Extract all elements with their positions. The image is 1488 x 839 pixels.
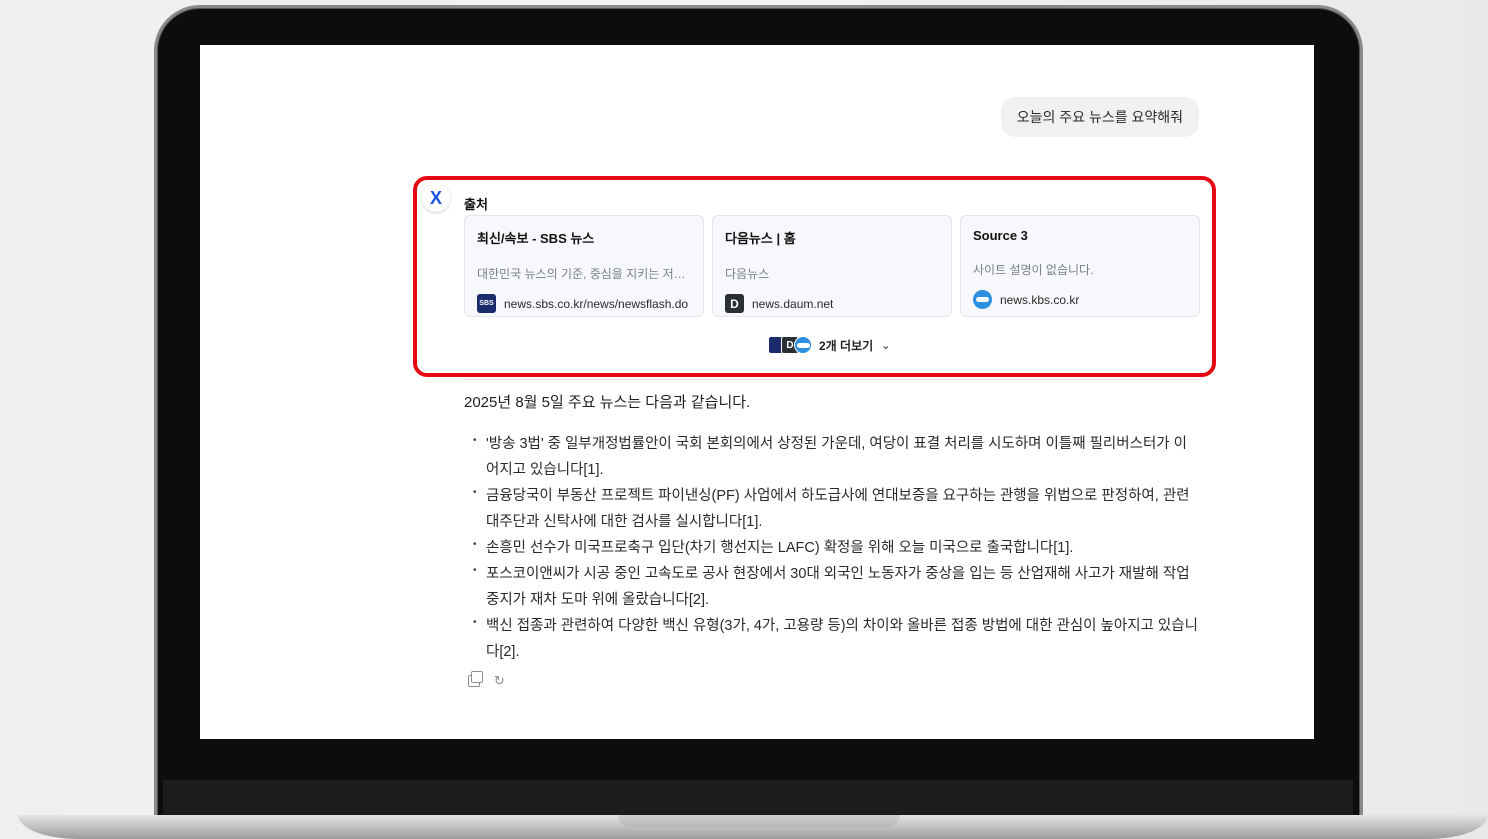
- chevron-down-icon: ⌄: [881, 339, 891, 352]
- list-item: 백신 접종과 관련하여 다양한 백신 유형(3가, 4가, 고용량 등)의 차이…: [470, 610, 1200, 665]
- source-card-domain: news.sbs.co.kr/news/newsflash.do: [504, 296, 689, 311]
- list-item: 금융당국이 부동산 프로젝트 파이낸싱(PF) 사업에서 하도급사에 연대보증을…: [470, 480, 1200, 535]
- answer-intro: 2025년 8월 5일 주요 뉴스는 다음과 같습니다.: [464, 394, 751, 411]
- source-card-desc: 대한민국 뉴스의 기준, 중심을 지키는 저…: [477, 267, 686, 281]
- sbs-favicon-icon: SBS: [477, 294, 496, 313]
- source-card-domain: news.daum.net: [752, 296, 834, 311]
- source-card-domain: news.kbs.co.kr: [1000, 292, 1080, 307]
- source-favicon-stack: D: [768, 336, 812, 354]
- laptop-bezel-bottom: [163, 780, 1353, 820]
- list-item: 손흥민 선수가 미국프로축구 입단(차기 행선지는 LAFC) 확정을 위해 오…: [470, 532, 1200, 561]
- kbs-favicon-icon: [973, 290, 992, 309]
- show-more-label: 2개 더보기: [819, 338, 874, 353]
- source-card-title: 다음뉴스 | 홈: [725, 231, 796, 246]
- source-cards: 최신/속보 - SBS 뉴스 대한민국 뉴스의 기준, 중심을 지키는 저… S…: [464, 215, 1200, 317]
- user-message: 오늘의 주요 뉴스를 요약해줘: [1000, 97, 1199, 137]
- list-item: '방송 3법' 중 일부개정법률안이 국회 본회의에서 상정된 가운데, 여당이…: [470, 428, 1200, 483]
- chat-screen: 오늘의 주요 뉴스를 요약해줘 X 출처 최신/속보 - SBS 뉴스 대한민국…: [200, 45, 1314, 739]
- laptop-notch: [618, 815, 900, 827]
- sources-title: 출처: [464, 197, 488, 212]
- divider: [464, 379, 1199, 380]
- source-card-desc: 사이트 설명이 없습니다.: [973, 263, 1094, 277]
- daum-favicon-icon: D: [725, 294, 744, 313]
- copy-icon[interactable]: [468, 671, 483, 687]
- refresh-icon[interactable]: ↻: [494, 673, 505, 689]
- answer-bullet-list: '방송 3법' 중 일부개정법률안이 국회 본회의에서 상정된 가운데, 여당이…: [470, 428, 1200, 665]
- source-card-kbs[interactable]: Source 3 사이트 설명이 없습니다. news.kbs.co.kr: [960, 215, 1200, 317]
- source-card-sbs[interactable]: 최신/속보 - SBS 뉴스 대한민국 뉴스의 기준, 중심을 지키는 저… S…: [464, 215, 704, 317]
- kbs-favicon-icon: [794, 336, 812, 354]
- show-more-sources-button[interactable]: D 2개 더보기 ⌄: [768, 336, 890, 354]
- source-card-title: 최신/속보 - SBS 뉴스: [477, 231, 595, 246]
- source-card-daum[interactable]: 다음뉴스 | 홈 다음뉴스 D news.daum.net: [712, 215, 952, 317]
- list-item: 포스코이앤씨가 시공 중인 고속도로 공사 현장에서 30대 외국인 노동자가 …: [470, 558, 1200, 613]
- source-card-desc: 다음뉴스: [725, 267, 770, 281]
- source-card-title: Source 3: [973, 228, 1028, 243]
- x-logo-icon: X: [422, 184, 450, 212]
- message-actions: ↻: [468, 671, 505, 689]
